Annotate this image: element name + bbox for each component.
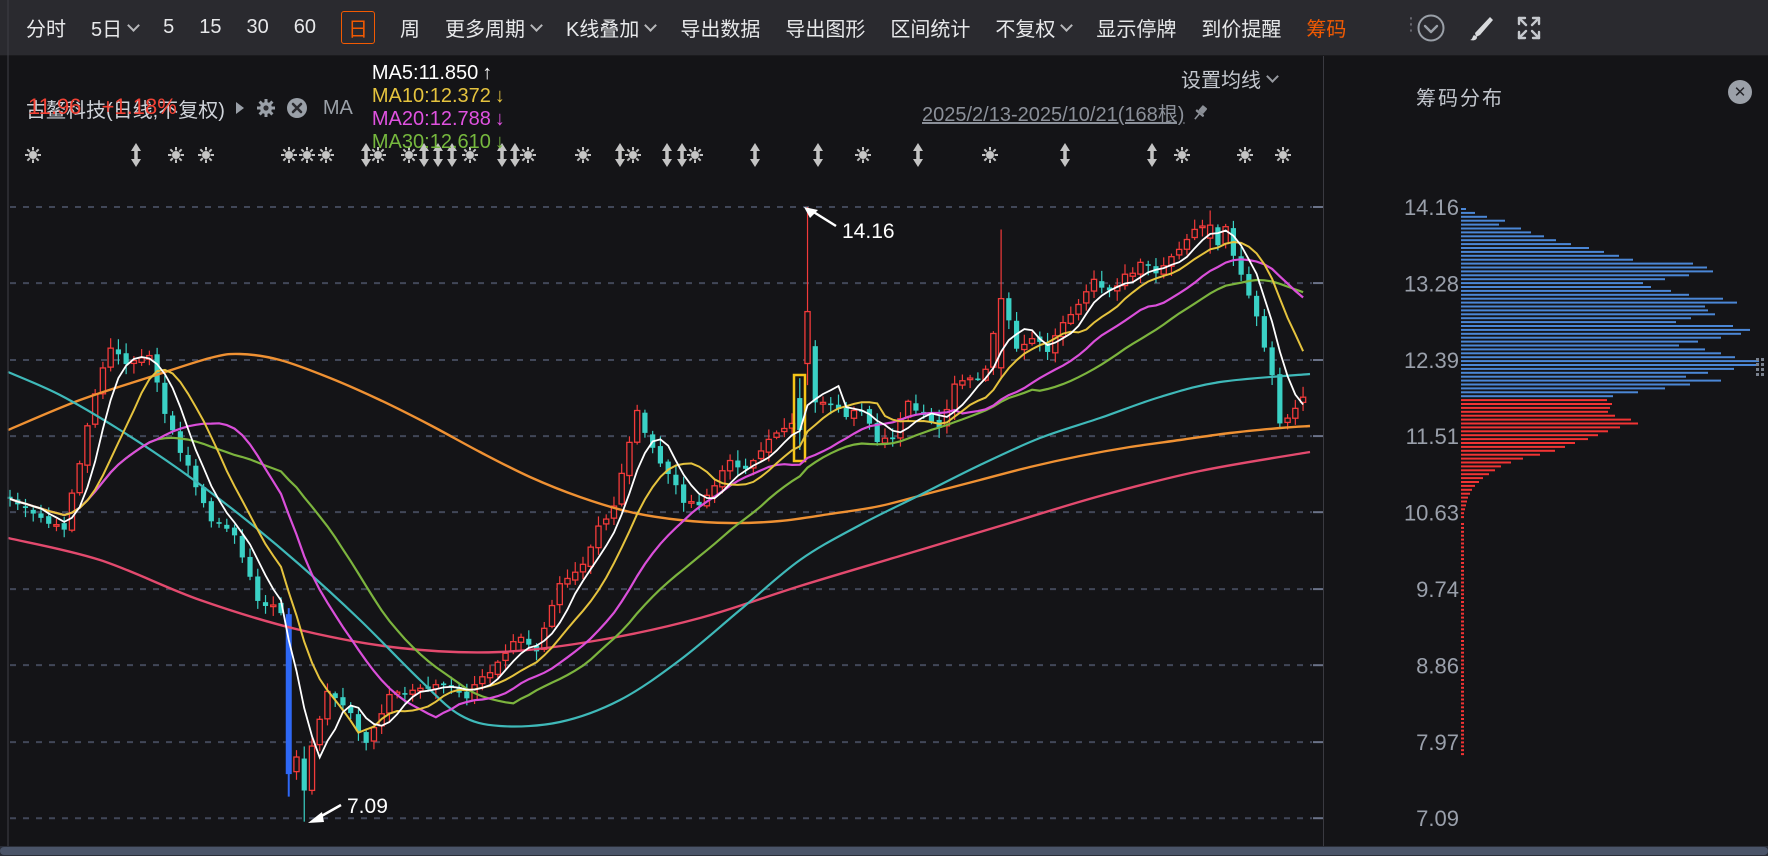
- indicator-settings-gear-icon[interactable]: [255, 97, 277, 119]
- remove-indicator-icon[interactable]: [286, 97, 308, 119]
- toolbar-item-导出图形[interactable]: 导出图形: [785, 13, 865, 42]
- updown-arrow-event-icon: [1060, 143, 1070, 167]
- star-event-icon: [687, 147, 703, 163]
- toolbar-item-筹码[interactable]: 筹码: [1306, 13, 1346, 42]
- horizontal-scrollbar[interactable]: [0, 846, 1768, 856]
- chip-price-label: 7.97: [1416, 730, 1459, 755]
- updown-arrow-event-icon: [1147, 143, 1157, 167]
- chip-price-label: 8.86: [1416, 653, 1459, 678]
- ma-pink-line: [8, 452, 1310, 652]
- fullscreen-icon[interactable]: [1514, 13, 1544, 43]
- chevron-down-icon: [1060, 19, 1073, 32]
- date-range-link[interactable]: 2025/2/13-2025/10/21(168根): [922, 98, 1210, 127]
- ma-group-label: MA: [323, 97, 353, 120]
- toolbar-item-不复权[interactable]: 不复权: [995, 13, 1071, 42]
- chip-distribution-panel: 14.16 13.28 12.39 11.51 10.63 9.74 8.86 7.97 7.0…: [1323, 56, 1768, 846]
- toolbar-item-60[interactable]: 60: [294, 16, 316, 39]
- scrollbar-handle[interactable]: [0, 847, 1768, 855]
- stock-app-window: 分时 5日 5 15 30 60 日周更多周期 K线叠加导出数据导出图形区间统计不复权显示停牌…: [0, 0, 1768, 856]
- chevron-down-icon: [127, 19, 140, 32]
- updown-arrow-event-icon: [510, 143, 520, 167]
- star-event-icon: [520, 147, 536, 163]
- updown-arrow-event-icon: [677, 143, 687, 167]
- draw-brush-icon[interactable]: [1466, 13, 1496, 43]
- star-event-icon: [1275, 147, 1291, 163]
- toolbar-item-日[interactable]: 日: [341, 11, 375, 44]
- toolbar-item-导出数据[interactable]: 导出数据: [680, 13, 760, 42]
- ma-settings-dropdown[interactable]: 设置均线: [1181, 64, 1277, 93]
- ma-value-MA5: MA5:11.850↑: [372, 62, 505, 85]
- toolbar-item-K线叠加[interactable]: K线叠加: [566, 13, 655, 42]
- panel-resize-handle: [1756, 358, 1764, 376]
- pin-icon: [1190, 103, 1210, 123]
- collapse-toolbar-icon[interactable]: [1416, 13, 1446, 43]
- ma60-line: [8, 372, 1310, 726]
- updown-arrow-event-icon: [615, 143, 625, 167]
- chip-price-label: 12.39: [1404, 348, 1459, 373]
- toolbar-item-周[interactable]: 周: [400, 13, 420, 42]
- chevron-down-icon: [644, 19, 657, 32]
- star-event-icon: [1174, 147, 1190, 163]
- toolbar: 分时 5日 5 15 30 60 日周更多周期 K线叠加导出数据导出图形区间统计不复权显示停牌…: [0, 0, 1768, 56]
- updown-arrow-event-icon: [750, 143, 760, 167]
- toolbar-item-到价提醒[interactable]: 到价提醒: [1201, 13, 1281, 42]
- chip-price-label: 7.09: [1416, 806, 1459, 831]
- toolbar-item-更多周期[interactable]: 更多周期: [445, 13, 541, 42]
- ma-value-MA10: MA10:12.372↓: [372, 85, 505, 108]
- star-event-icon: [1237, 147, 1253, 163]
- svg-text:7.09: 7.09: [347, 795, 388, 818]
- ma-value-MA20: MA20:12.788↓: [372, 108, 505, 131]
- last-price-display: 11.96 +1.18%: [28, 94, 177, 120]
- toolbar-item-30[interactable]: 30: [247, 16, 269, 39]
- main-chart-region: 14.167.09 古鳌科技(日线,不复权) MA MA5:11.850↑MA1…: [0, 56, 1323, 846]
- ma-value-MA30: MA30:12.610↓: [372, 131, 505, 154]
- updown-arrow-event-icon: [913, 143, 923, 167]
- candlestick-chart-canvas[interactable]: 14.16 7.09: [0, 56, 1323, 846]
- svg-text:14.16: 14.16: [842, 220, 895, 243]
- chevron-down-icon: [1266, 70, 1279, 83]
- toolbar-item-5[interactable]: 5: [163, 16, 174, 39]
- star-event-icon: [855, 147, 871, 163]
- updown-arrow-event-icon: [662, 143, 672, 167]
- toolbar-item-显示停牌[interactable]: 显示停牌: [1096, 13, 1176, 42]
- toolbar-item-15[interactable]: 15: [199, 16, 221, 39]
- chip-panel-title: 筹码分布: [1416, 82, 1504, 111]
- chip-price-label: 11.51: [1406, 424, 1459, 449]
- ma-values: MA5:11.850↑MA10:12.372↓MA20:12.788↓MA30:…: [362, 62, 505, 154]
- chip-price-label: 9.74: [1416, 577, 1459, 602]
- star-event-icon: [982, 147, 998, 163]
- chip-distribution-canvas[interactable]: 14.16 13.28 12.39 11.51 10.63 9.74 8.86 7.97 7.0…: [1324, 56, 1768, 846]
- star-event-icon: [575, 147, 591, 163]
- toolbar-item-分时[interactable]: 分时: [26, 13, 66, 42]
- candles: [7, 207, 1305, 822]
- expand-indicator-icon[interactable]: [236, 102, 244, 114]
- close-icon[interactable]: ✕: [1728, 80, 1752, 104]
- chevron-down-icon: [530, 19, 543, 32]
- high-annotation: 14.16: [804, 207, 895, 243]
- star-event-icon: [625, 147, 641, 163]
- window-left-edge: [7, 0, 9, 846]
- price-change-pct: +1.18%: [102, 94, 177, 119]
- updown-arrow-event-icon: [813, 143, 823, 167]
- chip-price-label: 10.63: [1404, 501, 1459, 526]
- toolbar-item-5日[interactable]: 5日: [91, 13, 138, 42]
- chip-price-label: 13.28: [1404, 271, 1459, 296]
- toolbar-item-区间统计[interactable]: 区间统计: [890, 13, 970, 42]
- last-price: 11.96: [28, 94, 81, 119]
- chip-price-label: 14.16: [1404, 195, 1459, 220]
